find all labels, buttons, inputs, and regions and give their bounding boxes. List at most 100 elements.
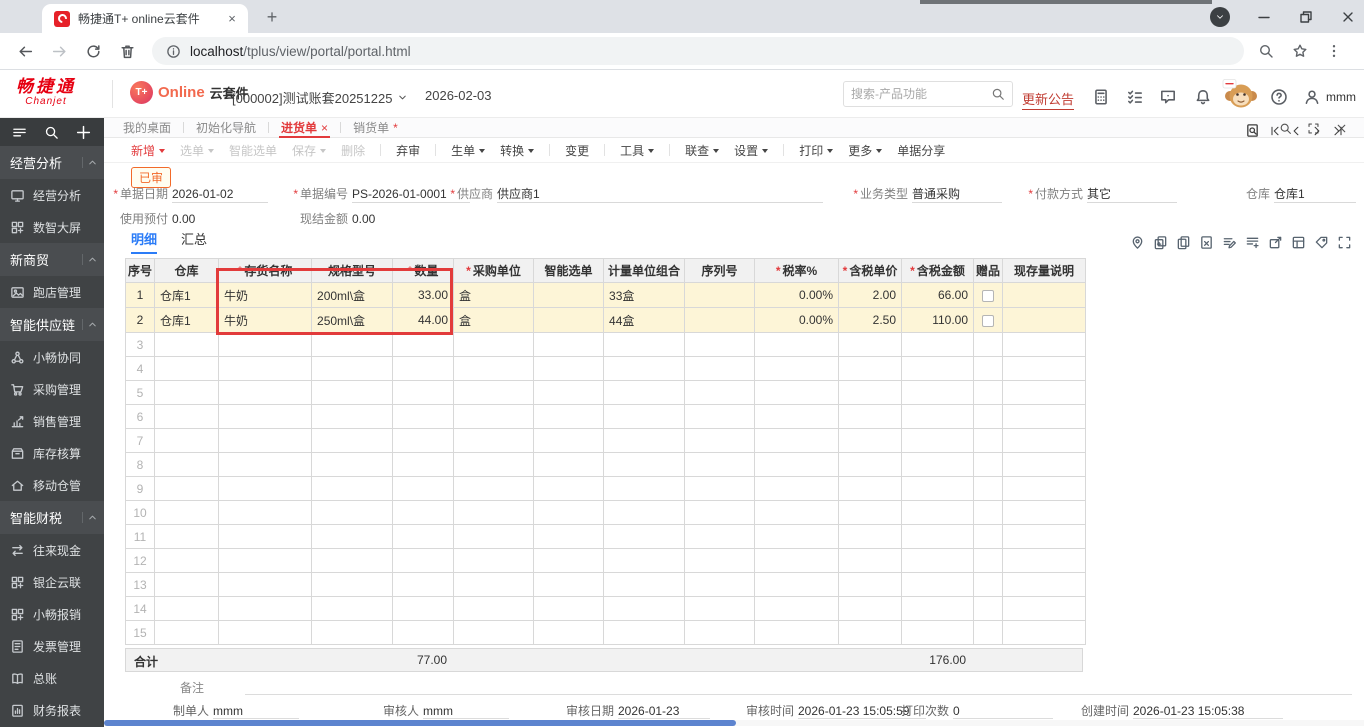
empty-cell[interactable] <box>454 477 534 501</box>
gift-checkbox[interactable] <box>982 290 994 302</box>
sidebar-search-icon[interactable] <box>44 125 59 140</box>
empty-cell[interactable] <box>454 573 534 597</box>
empty-cell[interactable] <box>534 525 604 549</box>
location-icon[interactable] <box>1130 235 1145 250</box>
cell-gift[interactable] <box>974 308 1003 333</box>
empty-cell[interactable] <box>219 357 312 381</box>
restore-button[interactable] <box>1298 9 1314 25</box>
sidebar-item[interactable]: 财务报表 <box>0 694 104 726</box>
empty-cell[interactable] <box>1003 477 1086 501</box>
empty-cell[interactable] <box>454 501 534 525</box>
empty-cell[interactable] <box>902 405 974 429</box>
empty-cell[interactable] <box>534 549 604 573</box>
cell-qty[interactable]: 44.00 <box>393 308 454 333</box>
empty-cell[interactable] <box>454 525 534 549</box>
cell-spec[interactable]: 200ml\盒 <box>312 283 393 308</box>
empty-cell[interactable] <box>393 549 454 573</box>
empty-cell[interactable] <box>219 573 312 597</box>
toolbar-button[interactable]: 变更 <box>565 142 589 159</box>
empty-cell[interactable] <box>312 429 393 453</box>
empty-cell[interactable] <box>685 501 755 525</box>
empty-cell[interactable] <box>155 405 219 429</box>
cell-smart[interactable] <box>534 308 604 333</box>
empty-cell[interactable] <box>685 429 755 453</box>
empty-cell[interactable] <box>534 405 604 429</box>
caret-up-icon[interactable] <box>87 512 98 523</box>
empty-cell[interactable] <box>902 381 974 405</box>
empty-cell[interactable] <box>974 525 1003 549</box>
empty-cell[interactable] <box>839 573 902 597</box>
empty-cell[interactable] <box>604 333 685 357</box>
cell-unit_combo[interactable]: 33盒 <box>604 283 685 308</box>
detail-tab[interactable]: 汇总 <box>181 229 207 254</box>
cell-item[interactable]: 牛奶 <box>219 283 312 308</box>
search-icon[interactable] <box>991 87 1005 101</box>
sidebar-item[interactable]: 小畅报销 <box>0 598 104 630</box>
empty-cell[interactable] <box>155 597 219 621</box>
empty-cell[interactable] <box>755 597 839 621</box>
doc-search-icon[interactable] <box>1245 123 1260 138</box>
empty-cell[interactable] <box>604 597 685 621</box>
toolbar-button[interactable]: 生单 <box>451 142 485 159</box>
empty-cell[interactable] <box>839 549 902 573</box>
cell-price[interactable]: 2.50 <box>839 308 902 333</box>
sidebar-group-header[interactable]: 新商贸 <box>0 243 104 276</box>
bookmark-star-icon[interactable] <box>1292 43 1308 59</box>
empty-cell[interactable] <box>685 597 755 621</box>
empty-cell[interactable] <box>155 573 219 597</box>
search-input[interactable] <box>851 87 991 101</box>
empty-cell[interactable] <box>312 501 393 525</box>
cell-no[interactable]: 1 <box>126 283 155 308</box>
url-bar[interactable]: localhost/tplus/view/portal/portal.html <box>152 37 1244 65</box>
cell-gift[interactable] <box>974 283 1003 308</box>
cell-amount[interactable]: 66.00 <box>902 283 974 308</box>
empty-cell[interactable] <box>755 525 839 549</box>
product-search-box[interactable] <box>843 81 1013 107</box>
nav-next-icon[interactable] <box>1311 125 1323 137</box>
cell-price[interactable]: 2.00 <box>839 283 902 308</box>
empty-cell[interactable] <box>155 525 219 549</box>
empty-cell[interactable] <box>534 429 604 453</box>
delete-row-icon[interactable] <box>1199 235 1214 250</box>
toolbar-button[interactable]: 联查 <box>685 142 719 159</box>
empty-cell[interactable] <box>454 357 534 381</box>
empty-cell[interactable] <box>155 621 219 645</box>
empty-cell[interactable] <box>974 549 1003 573</box>
caret-up-icon[interactable] <box>87 254 98 265</box>
empty-cell[interactable] <box>393 381 454 405</box>
empty-cell[interactable] <box>393 573 454 597</box>
empty-cell[interactable] <box>155 549 219 573</box>
update-announcement-link[interactable]: 更新公告 <box>1022 89 1074 110</box>
sidebar-item[interactable]: 银企云联 <box>0 566 104 598</box>
sidebar-group-header[interactable]: 经营分析 <box>0 146 104 179</box>
empty-cell[interactable] <box>312 477 393 501</box>
sidebar-group-header[interactable]: 智能供应链 <box>0 308 104 341</box>
empty-cell[interactable] <box>604 405 685 429</box>
empty-cell[interactable] <box>902 429 974 453</box>
toolbar-button[interactable]: 打印 <box>799 142 833 159</box>
empty-cell[interactable] <box>755 573 839 597</box>
cell-tax_rate[interactable]: 0.00% <box>755 283 839 308</box>
avatar[interactable] <box>1221 78 1259 110</box>
empty-cell[interactable] <box>755 501 839 525</box>
sidebar-item[interactable]: 往来现金 <box>0 534 104 566</box>
empty-cell[interactable] <box>219 453 312 477</box>
empty-cell[interactable] <box>534 381 604 405</box>
empty-cell[interactable] <box>312 405 393 429</box>
empty-cell[interactable] <box>155 333 219 357</box>
empty-cell[interactable] <box>155 453 219 477</box>
layout-icon[interactable] <box>1291 235 1306 250</box>
sidebar-item[interactable]: 小畅协同 <box>0 341 104 373</box>
empty-cell[interactable] <box>604 453 685 477</box>
cell-amount[interactable]: 110.00 <box>902 308 974 333</box>
empty-cell[interactable] <box>902 453 974 477</box>
empty-cell[interactable] <box>902 525 974 549</box>
workspace-tab[interactable]: 我的桌面 <box>123 118 171 138</box>
toolbar-button[interactable]: 转换 <box>500 142 534 159</box>
browser-profile-button[interactable] <box>1210 7 1230 27</box>
workspace-tab[interactable]: 销货单* <box>353 118 398 138</box>
empty-cell[interactable] <box>902 573 974 597</box>
empty-cell[interactable] <box>393 429 454 453</box>
empty-cell[interactable] <box>604 549 685 573</box>
notification-bell-icon[interactable] <box>1194 88 1212 106</box>
